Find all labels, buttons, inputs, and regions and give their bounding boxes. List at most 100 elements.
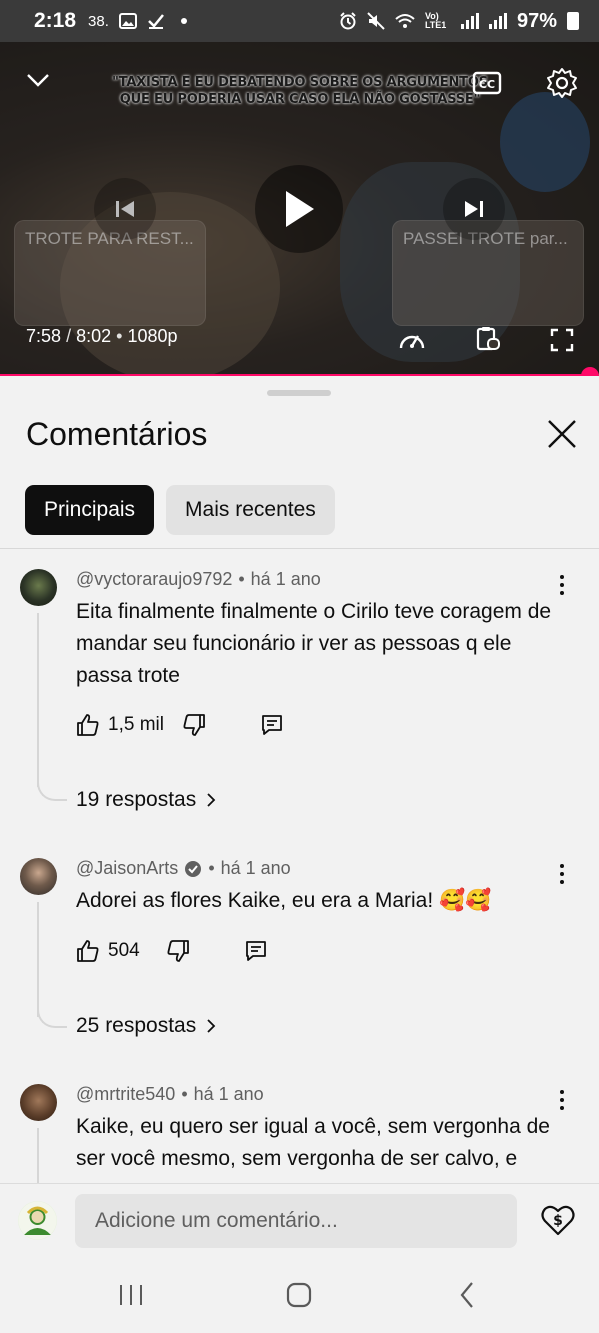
comment-item: @vyctoraraujo9792 • há 1 ano Eita finalm… bbox=[0, 569, 599, 819]
avatar[interactable] bbox=[20, 1084, 57, 1121]
quality-label: 1080p bbox=[127, 326, 178, 346]
speedometer-icon bbox=[399, 335, 425, 349]
comment-age: há 1 ano bbox=[193, 1084, 264, 1104]
recents-button[interactable] bbox=[114, 1280, 148, 1310]
skip-previous-icon bbox=[116, 201, 134, 217]
dislike-button[interactable] bbox=[182, 713, 206, 737]
like-count: 1,5 mil bbox=[108, 714, 164, 735]
minimize-button[interactable] bbox=[22, 64, 54, 96]
thumbs-down-icon bbox=[167, 940, 189, 962]
previous-button[interactable] bbox=[94, 178, 156, 240]
mute-icon bbox=[367, 12, 385, 30]
comment-menu-button[interactable] bbox=[552, 862, 572, 886]
verified-icon bbox=[185, 860, 202, 877]
play-button[interactable] bbox=[255, 165, 343, 253]
fullscreen-icon bbox=[550, 328, 574, 352]
comment-meta: @vyctoraraujo9792 • há 1 ano bbox=[76, 569, 321, 590]
comment-author[interactable]: @vyctoraraujo9792 bbox=[76, 569, 232, 590]
system-nav-bar bbox=[0, 1256, 599, 1333]
reply-icon bbox=[245, 941, 266, 961]
comment-item: @mrtrite540 • há 1 ano Kaike, eu quero s… bbox=[0, 1084, 599, 1183]
comment-author[interactable]: @JaisonArts bbox=[76, 858, 178, 879]
back-button[interactable] bbox=[450, 1280, 484, 1310]
like-count: 504 bbox=[108, 940, 140, 961]
add-comment-bar: Adicione um comentário... $ bbox=[0, 1183, 599, 1256]
dot-icon bbox=[180, 18, 187, 24]
like-button[interactable]: 504 bbox=[76, 939, 140, 963]
super-thanks-button[interactable]: $ bbox=[540, 1202, 576, 1238]
signal-icon bbox=[460, 13, 479, 29]
video-caption: "TAXISTA E EU DEBATENDO SOBRE OS ARGUMEN… bbox=[112, 75, 488, 107]
current-time: 7:58 bbox=[26, 326, 62, 346]
cc-icon: CC bbox=[472, 71, 502, 95]
settings-button[interactable] bbox=[543, 64, 581, 102]
status-bar: 2:18 38. Vo) LTE1 97% bbox=[0, 0, 599, 42]
alarm-icon bbox=[340, 12, 356, 30]
next-button[interactable] bbox=[443, 178, 505, 240]
home-button[interactable] bbox=[282, 1280, 316, 1310]
captions-button[interactable]: CC bbox=[470, 66, 504, 100]
time-display: 7:58 / 8:02 • 1080p bbox=[26, 326, 178, 346]
chevron-right-icon bbox=[207, 1019, 216, 1033]
avatar[interactable] bbox=[20, 569, 57, 606]
signal-icon-2 bbox=[488, 13, 507, 29]
gear-icon bbox=[547, 68, 577, 98]
close-icon bbox=[548, 420, 576, 448]
comment-age: há 1 ano bbox=[250, 569, 321, 589]
playback-speed-button[interactable] bbox=[396, 324, 428, 356]
comment-meta: @JaisonArts • há 1 ano bbox=[76, 858, 291, 879]
comment-text: Adorei as flores Kaike, eu era a Maria! … bbox=[76, 889, 492, 912]
checkmark-icon bbox=[148, 14, 164, 29]
svg-text:CC: CC bbox=[479, 78, 495, 91]
replies-count: 25 respostas bbox=[76, 1014, 197, 1037]
replies-toggle[interactable]: 19 respostas bbox=[76, 788, 216, 812]
user-avatar[interactable] bbox=[18, 1201, 57, 1240]
comment-item: @JaisonArts • há 1 ano Adorei as flores … bbox=[0, 858, 599, 1048]
user-avatar-icon bbox=[18, 1201, 57, 1240]
comment-text: Kaike, eu quero ser igual a você, sem ve… bbox=[76, 1115, 550, 1170]
comment-text: Eita finalmente finalmente o Cirilo teve… bbox=[76, 600, 552, 687]
comment-age: há 1 ano bbox=[220, 858, 291, 878]
close-button[interactable] bbox=[544, 416, 580, 452]
sort-chips: Principais Mais recentes bbox=[25, 485, 335, 535]
replies-toggle[interactable]: 25 respostas bbox=[76, 1014, 216, 1038]
clip-icon bbox=[476, 327, 500, 351]
heart-dollar-icon: $ bbox=[541, 1205, 575, 1236]
avatar[interactable] bbox=[20, 858, 57, 895]
comment-menu-button[interactable] bbox=[552, 1088, 572, 1112]
progress-bar[interactable] bbox=[0, 374, 599, 376]
status-time: 2:18 bbox=[34, 9, 77, 32]
comment-actions: 504 bbox=[76, 939, 268, 963]
fullscreen-button[interactable] bbox=[546, 324, 578, 356]
skip-next-icon bbox=[465, 201, 483, 217]
back-icon bbox=[460, 1282, 473, 1308]
gallery-icon bbox=[118, 13, 137, 29]
dislike-button[interactable] bbox=[166, 939, 190, 963]
thumbs-down-icon bbox=[183, 714, 205, 736]
clip-button[interactable] bbox=[471, 322, 505, 356]
battery-level: 97% bbox=[516, 9, 557, 32]
battery-icon bbox=[567, 12, 579, 30]
comment-actions: 1,5 mil bbox=[76, 713, 284, 737]
comment-author[interactable]: @mrtrite540 bbox=[76, 1084, 175, 1105]
chip-top[interactable]: Principais bbox=[25, 485, 155, 535]
comment-meta: @mrtrite540 • há 1 ano bbox=[76, 1084, 264, 1105]
drag-handle[interactable] bbox=[267, 390, 331, 396]
comment-menu-button[interactable] bbox=[552, 573, 572, 597]
replies-count: 19 respostas bbox=[76, 788, 197, 811]
recents-icon bbox=[120, 1285, 142, 1305]
like-button[interactable]: 1,5 mil bbox=[76, 713, 164, 737]
chip-newest[interactable]: Mais recentes bbox=[166, 485, 335, 535]
home-icon bbox=[286, 1282, 312, 1308]
divider bbox=[0, 548, 599, 549]
duration: 8:02 bbox=[76, 326, 112, 346]
video-player[interactable]: "TAXISTA E EU DEBATENDO SOBRE OS ARGUMEN… bbox=[0, 42, 599, 376]
reply-button[interactable] bbox=[260, 713, 284, 737]
thumbs-up-icon bbox=[77, 714, 99, 736]
add-comment-input[interactable]: Adicione um comentário... bbox=[75, 1194, 517, 1248]
reply-button[interactable] bbox=[244, 939, 268, 963]
play-icon bbox=[286, 191, 314, 227]
notification-count: 38. bbox=[88, 12, 109, 30]
comments-panel: Comentários Principais Mais recentes @vy… bbox=[0, 378, 599, 1256]
wifi-icon bbox=[395, 14, 415, 28]
